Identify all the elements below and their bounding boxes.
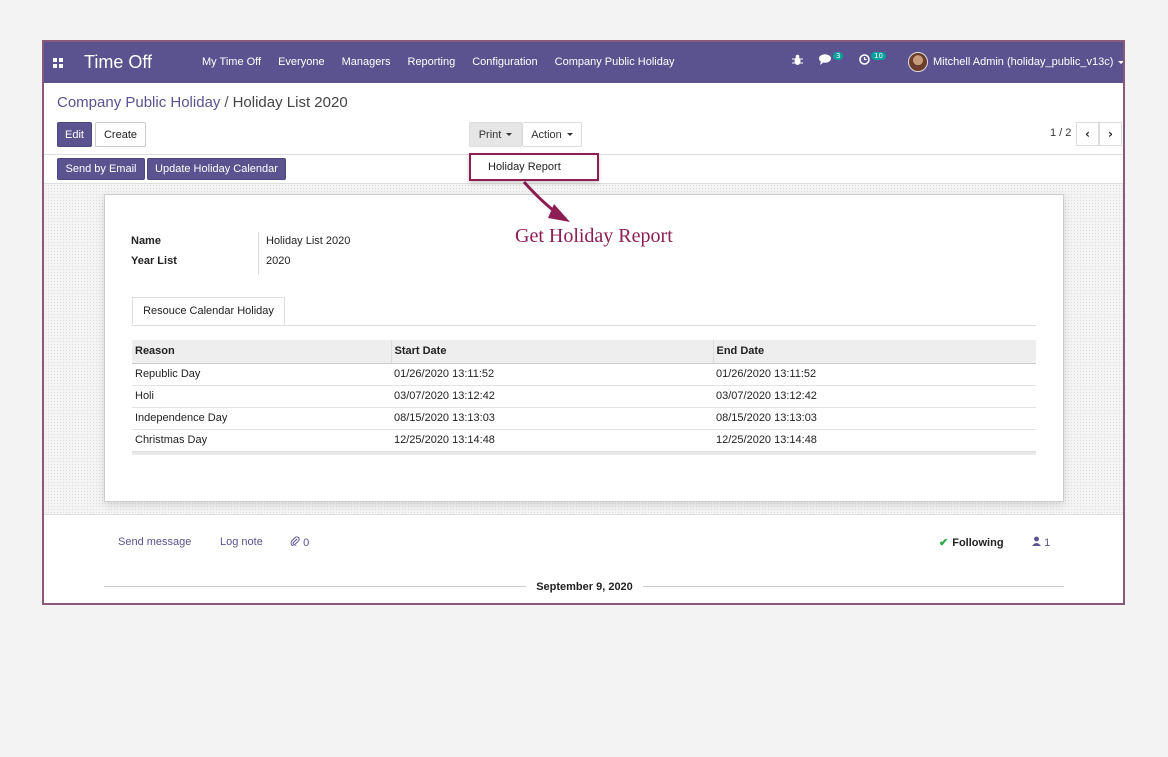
send-message-button[interactable]: Send message <box>118 536 191 548</box>
user-icon <box>1032 536 1041 546</box>
chatter-divider <box>44 514 1123 515</box>
table-row[interactable]: Independence Day 08/15/2020 13:13:03 08/… <box>132 407 1036 430</box>
following-label: Following <box>952 537 1004 549</box>
year-value: 2020 <box>266 255 291 267</box>
pager-value[interactable]: 1 / 2 <box>1050 127 1071 139</box>
menu-configuration[interactable]: Configuration <box>472 56 537 68</box>
holiday-report-menu-item[interactable]: Holiday Report <box>488 161 561 173</box>
breadcrumb-separator: / <box>224 94 229 111</box>
name-value: Holiday List 2020 <box>266 235 351 247</box>
send-by-email-button[interactable]: Send by Email <box>57 158 145 180</box>
user-name: Mitchell Admin (holiday_public_v13c) <box>933 56 1114 68</box>
annotation-arrow-icon <box>522 180 570 222</box>
column-header-reason[interactable]: Reason <box>132 340 392 364</box>
app-window: Time Off My Time Off Everyone Managers R… <box>42 40 1125 605</box>
chevron-down-icon <box>566 133 573 136</box>
tab-resource-calendar-holiday[interactable]: Resouce Calendar Holiday <box>132 297 285 325</box>
form-sheet: Name Holiday List 2020 Year List 2020 Ge… <box>104 194 1064 502</box>
table-row[interactable]: Republic Day 01/26/2020 13:11:52 01/26/2… <box>132 363 1036 386</box>
avatar <box>908 52 928 72</box>
activities-badge: 10 <box>871 51 886 60</box>
breadcrumb-current: Holiday List 2020 <box>232 94 348 111</box>
app-title[interactable]: Time Off <box>84 52 152 73</box>
messages-button[interactable]: 3 <box>819 51 844 65</box>
attachments-count: 0 <box>303 537 310 549</box>
update-holiday-calendar-button[interactable]: Update Holiday Calendar <box>147 158 286 180</box>
apps-menu-icon[interactable] <box>53 58 63 68</box>
cell-start-date: 01/26/2020 13:11:52 <box>391 363 713 386</box>
table-row[interactable]: Christmas Day 12/25/2020 13:14:48 12/25/… <box>132 429 1036 452</box>
edit-button[interactable]: Edit <box>57 122 92 147</box>
action-button[interactable]: Action <box>522 122 582 147</box>
create-button[interactable]: Create <box>95 122 146 147</box>
clock-icon <box>859 54 870 65</box>
breadcrumb: Company Public Holiday / Holiday List 2020 <box>57 94 348 111</box>
chevron-down-icon <box>1118 60 1123 64</box>
cell-end-date: 03/07/2020 13:12:42 <box>713 385 1036 408</box>
log-note-button[interactable]: Log note <box>220 536 263 548</box>
message-date: September 9, 2020 <box>526 581 643 593</box>
attachments-button[interactable]: 0 <box>290 536 309 549</box>
menu-reporting[interactable]: Reporting <box>408 56 456 68</box>
table-footer <box>132 451 1036 455</box>
cell-end-date: 12/25/2020 13:14:48 <box>713 429 1036 452</box>
followers-count: 1 <box>1044 537 1051 549</box>
table-header-row: Reason Start Date End Date <box>132 340 1036 364</box>
activities-button[interactable]: 10 <box>859 51 886 65</box>
chevron-down-icon <box>506 133 513 136</box>
pager-next-button[interactable]: › <box>1099 122 1122 146</box>
messages-badge: 3 <box>833 51 844 60</box>
check-icon: ✔ <box>939 537 949 549</box>
date-label-wrapper: September 9, 2020 <box>44 580 1123 593</box>
cell-start-date: 12/25/2020 13:14:48 <box>391 429 713 452</box>
print-button[interactable]: Print <box>469 122 522 147</box>
cell-reason: Holi <box>132 385 391 408</box>
year-label: Year List <box>131 255 177 267</box>
cell-start-date: 03/07/2020 13:12:42 <box>391 385 713 408</box>
chat-icon <box>819 54 831 65</box>
cell-end-date: 08/15/2020 13:13:03 <box>713 407 1036 430</box>
followers-button[interactable]: 1 <box>1032 536 1050 549</box>
holiday-table: Reason Start Date End Date Republic Day … <box>132 340 1036 452</box>
field-divider <box>258 232 259 274</box>
cell-reason: Republic Day <box>132 363 391 386</box>
top-navbar: Time Off My Time Off Everyone Managers R… <box>44 42 1123 83</box>
user-menu[interactable]: Mitchell Admin (holiday_public_v13c) <box>908 52 1123 72</box>
column-header-end-date[interactable]: End Date <box>713 340 1036 364</box>
main-menu: My Time Off Everyone Managers Reporting … <box>202 56 691 68</box>
menu-everyone[interactable]: Everyone <box>278 56 324 68</box>
print-label: Print <box>478 128 502 141</box>
annotation-text: Get Holiday Report <box>515 225 673 247</box>
print-dropdown-menu: Holiday Report <box>469 153 599 181</box>
menu-managers[interactable]: Managers <box>342 56 391 68</box>
cell-reason: Independence Day <box>132 407 391 430</box>
pager-previous-button[interactable]: ‹ <box>1076 122 1099 146</box>
menu-company-public-holiday[interactable]: Company Public Holiday <box>555 56 675 68</box>
tab-divider <box>132 325 1036 326</box>
cell-start-date: 08/15/2020 13:13:03 <box>391 407 713 430</box>
column-header-start-date[interactable]: Start Date <box>391 340 714 364</box>
action-label: Action <box>531 128 562 141</box>
debug-icon[interactable] <box>792 54 803 66</box>
table-row[interactable]: Holi 03/07/2020 13:12:42 03/07/2020 13:1… <box>132 385 1036 408</box>
paperclip-icon <box>290 536 300 547</box>
breadcrumb-parent[interactable]: Company Public Holiday <box>57 94 220 111</box>
cell-end-date: 01/26/2020 13:11:52 <box>713 363 1036 386</box>
following-button[interactable]: ✔ Following <box>939 536 1004 549</box>
menu-my-time-off[interactable]: My Time Off <box>202 56 261 68</box>
cell-reason: Christmas Day <box>132 429 391 452</box>
name-label: Name <box>131 235 161 247</box>
